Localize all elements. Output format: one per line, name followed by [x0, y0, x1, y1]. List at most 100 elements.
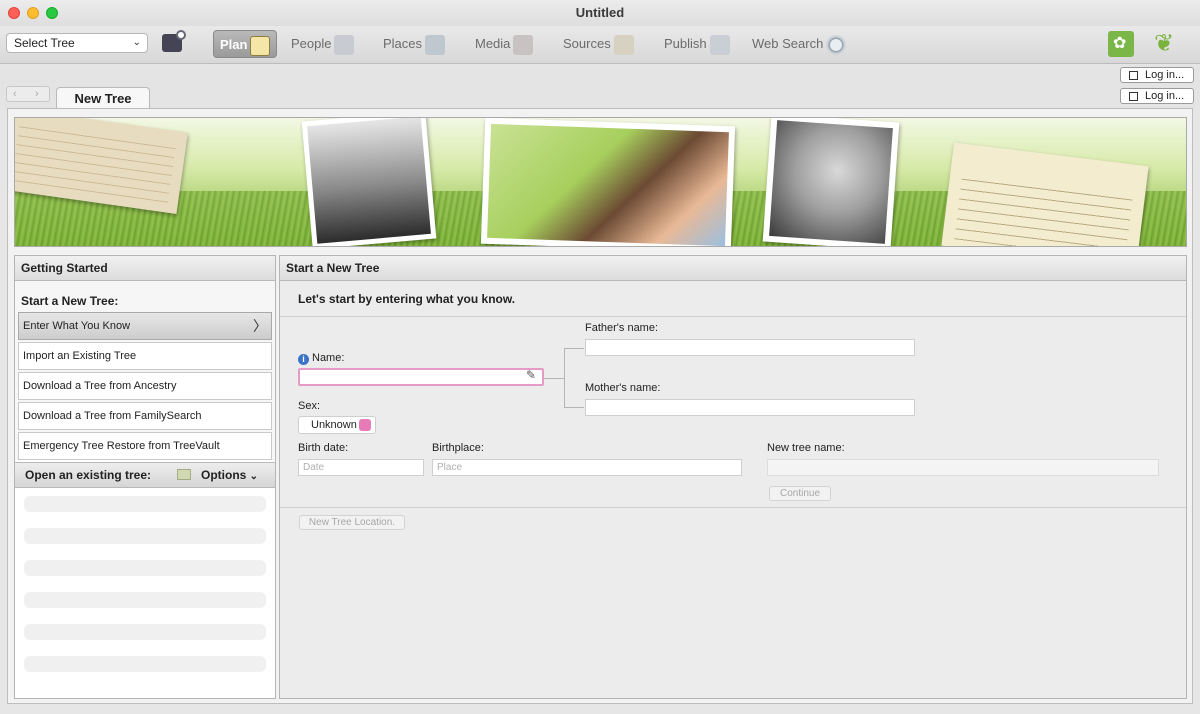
option-label: Download a Tree from FamilySearch: [23, 410, 202, 422]
gender-unknown-icon: [359, 419, 371, 431]
publish-chart-icon: [709, 34, 730, 55]
father-name-label: Father's name:: [585, 322, 659, 334]
login-arrow-icon: [1129, 71, 1138, 80]
tab-publish-label: Publish: [664, 36, 707, 51]
option-restore-from-treevault[interactable]: Emergency Tree Restore from TreeVault: [18, 432, 272, 460]
start-new-tree-title: Start a New Tree: [280, 256, 1186, 281]
media-icon: [513, 34, 534, 55]
relationship-connector: [544, 378, 564, 379]
options-menu-button[interactable]: Options ⌄: [201, 463, 258, 489]
tab-web-search-label: Web Search: [752, 36, 824, 51]
window-title: Untitled: [575, 5, 625, 20]
back-arrow-icon[interactable]: ‹: [13, 87, 17, 101]
option-download-from-familysearch[interactable]: Download a Tree from FamilySearch: [18, 402, 272, 430]
familysearch-login-label: Log in...: [1145, 90, 1185, 102]
option-import-existing-tree[interactable]: Import an Existing Tree: [18, 342, 272, 370]
option-label: Import an Existing Tree: [23, 350, 137, 362]
close-window-button[interactable]: [8, 7, 20, 19]
tab-new-tree[interactable]: New Tree: [56, 87, 150, 109]
existing-tree-list: [15, 488, 275, 696]
name-label: Name:: [312, 352, 345, 364]
pencil-icon[interactable]: ✎: [526, 368, 536, 382]
mother-name-input[interactable]: [585, 399, 915, 416]
new-tree-name-input[interactable]: [767, 459, 1159, 476]
banner-photo-woman: [762, 118, 900, 246]
options-label: Options: [201, 468, 247, 482]
option-download-from-ancestry[interactable]: Download a Tree from Ancestry: [18, 372, 272, 400]
getting-started-title: Getting Started: [15, 256, 275, 281]
tab-web-search[interactable]: Web Search: [746, 30, 852, 58]
document-tab-strip: ‹ › New Tree: [0, 65, 1200, 109]
list-item-placeholder: [24, 528, 266, 544]
ancestry-login-button[interactable]: Log in...: [1120, 67, 1194, 83]
tab-plan-label: Plan: [220, 37, 248, 52]
ancestry-tree-icon[interactable]: [1108, 31, 1134, 57]
login-box-icon: [1129, 92, 1138, 101]
list-item-placeholder: [24, 656, 266, 672]
new-tree-name-label: New tree name:: [767, 442, 845, 454]
list-item-placeholder: [24, 496, 266, 512]
option-enter-what-you-know[interactable]: Enter What You Know 〉: [18, 312, 272, 340]
tab-places-label: Places: [383, 36, 423, 51]
tab-media-label: Media: [475, 36, 511, 51]
list-item-placeholder: [24, 560, 266, 576]
banner-birth-record: [941, 142, 1149, 246]
sex-label: Sex:: [298, 400, 321, 412]
relationship-bracket: [564, 348, 584, 408]
start-options-list: Enter What You Know 〉 Import an Existing…: [15, 312, 275, 460]
banner-photo-sailor: [301, 118, 437, 246]
tab-plan[interactable]: Plan: [213, 30, 278, 58]
birthplace-label: Birthplace:: [432, 442, 484, 454]
continue-button[interactable]: Continue: [769, 486, 831, 501]
scroll-icon: [613, 34, 634, 55]
familysearch-login-button[interactable]: Log in...: [1120, 88, 1194, 104]
zoom-window-button[interactable]: [46, 7, 58, 19]
name-label-row: i Name:: [298, 352, 344, 365]
familysearch-tree-icon[interactable]: ❦: [1154, 31, 1186, 57]
welcome-banner: [14, 117, 1187, 247]
minimize-window-button[interactable]: [27, 7, 39, 19]
new-tree-location-button[interactable]: New Tree Location.: [299, 515, 405, 530]
sex-value: Unknown: [311, 419, 357, 431]
tab-people-label: People: [291, 36, 332, 51]
sync-button[interactable]: [160, 30, 188, 56]
folder-icon[interactable]: [177, 469, 191, 480]
list-item-placeholder: [24, 624, 266, 640]
forward-arrow-icon[interactable]: ›: [35, 87, 39, 101]
select-tree-dropdown[interactable]: Select Tree ⌄: [6, 33, 148, 53]
sex-dropdown[interactable]: Unknown: [298, 416, 376, 434]
tab-sources[interactable]: Sources: [557, 30, 640, 58]
tab-people[interactable]: People: [285, 30, 360, 58]
divider: [280, 507, 1186, 508]
open-existing-tree-header: Open an existing tree: Options ⌄: [15, 462, 275, 488]
tab-publish[interactable]: Publish: [658, 30, 736, 58]
father-name-input[interactable]: [585, 339, 915, 356]
getting-started-panel: Getting Started Start a New Tree: Enter …: [14, 255, 276, 699]
tab-media[interactable]: Media: [469, 30, 539, 58]
open-existing-tree-label: Open an existing tree:: [25, 468, 152, 482]
ancestry-login-label: Log in...: [1145, 69, 1185, 81]
people-icon: [334, 34, 355, 55]
select-tree-value: Select Tree: [14, 36, 75, 50]
option-label: Enter What You Know: [23, 320, 131, 332]
magnifier-globe-icon: [826, 34, 847, 55]
banner-photo-family: [480, 118, 736, 246]
birthplace-input[interactable]: Place: [432, 459, 742, 476]
map-icon: [425, 34, 446, 55]
option-label: Download a Tree from Ancestry: [23, 380, 177, 392]
app-window: Untitled Select Tree ⌄ Plan People Place…: [0, 0, 1200, 714]
main-toolbar: Select Tree ⌄ Plan People Places Media S…: [0, 26, 1200, 64]
list-item-placeholder: [24, 592, 266, 608]
info-icon[interactable]: i: [298, 354, 309, 365]
title-bar: Untitled: [0, 0, 1200, 26]
start-new-tree-label: Start a New Tree:: [15, 281, 275, 312]
birth-date-input[interactable]: Date: [298, 459, 424, 476]
option-label: Emergency Tree Restore from TreeVault: [23, 440, 220, 452]
history-nav: ‹ ›: [6, 86, 50, 102]
name-input[interactable]: ✎: [298, 368, 544, 386]
notepad-pencil-icon: [250, 35, 271, 56]
chevron-down-icon: ⌄: [132, 37, 141, 48]
tab-places[interactable]: Places: [377, 30, 451, 58]
birth-date-label: Birth date:: [298, 442, 349, 454]
sync-status-icon: [176, 30, 186, 40]
